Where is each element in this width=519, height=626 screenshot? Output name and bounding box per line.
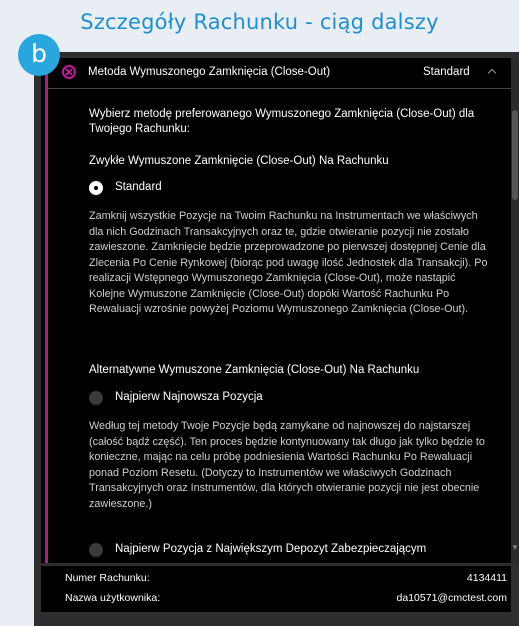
close-circle-icon[interactable]	[62, 65, 76, 79]
largest-margin-radio[interactable]	[89, 543, 103, 557]
account-number-value: 4134411	[466, 572, 507, 584]
intro-text: Wybierz metodę preferowanego Wymuszonego…	[89, 108, 475, 135]
standard-group-heading: Zwykłe Wymuszone Zamknięcie (Close-Out) …	[89, 155, 389, 167]
newest-position-description: Według tej metody Twoje Pozycje będą zam…	[89, 420, 485, 510]
scrollbar-thumb[interactable]	[512, 110, 518, 200]
username-value: da10571@cmctest.com	[396, 592, 507, 604]
newest-position-radio-label[interactable]: Najpierw Najnowsza Pozycja	[115, 391, 263, 403]
standard-radio-label[interactable]: Standard	[115, 181, 162, 193]
standard-radio[interactable]	[89, 181, 103, 195]
section-accent-bar	[45, 58, 48, 563]
step-badge: b	[18, 34, 60, 76]
username-label: Nazwa użytkownika:	[65, 592, 161, 604]
alternative-group-heading: Alternatywne Wymuszone Zamknięcia (Close…	[89, 364, 420, 376]
account-number-label: Numer Rachunku:	[65, 572, 150, 584]
page-title: Szczegóły Rachunku - ciąg dalszy	[80, 10, 439, 34]
scroll-down-arrow-icon[interactable]: ▾	[511, 540, 519, 554]
chevron-up-icon[interactable]	[487, 68, 497, 78]
closeout-method-value: Standard	[423, 66, 470, 78]
closeout-method-label: Metoda Wymuszonego Zamknięcia (Close-Out…	[88, 66, 331, 78]
standard-description: Zamknij wszystkie Pozycje na Twoim Rachu…	[89, 210, 488, 315]
largest-margin-radio-label[interactable]: Najpierw Pozycja z Największym Depozyt Z…	[115, 543, 426, 555]
closeout-method-header[interactable]: Metoda Wymuszonego Zamknięcia (Close-Out…	[48, 58, 511, 89]
newest-position-radio[interactable]	[89, 391, 103, 405]
account-footer: Numer Rachunku: 4134411 Nazwa użytkownik…	[41, 566, 511, 612]
